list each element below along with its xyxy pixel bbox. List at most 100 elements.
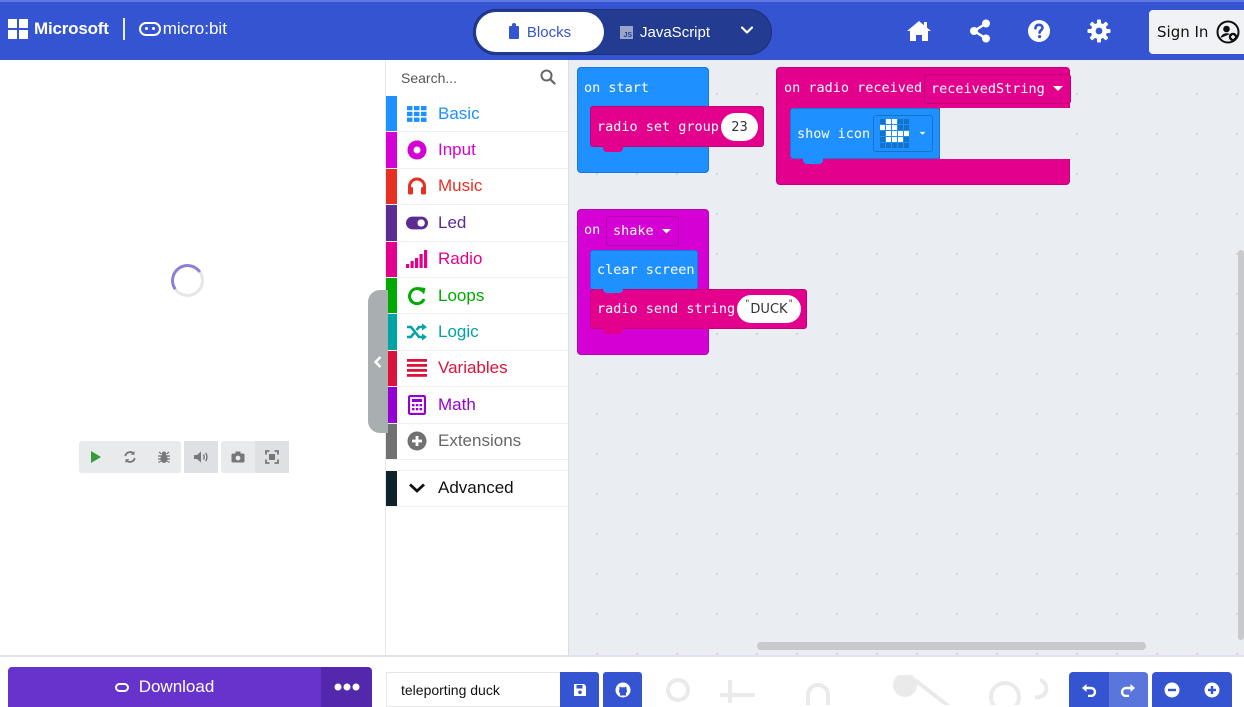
loading-spinner-icon	[171, 264, 204, 297]
category-color-bar	[386, 96, 397, 132]
editor-toggle: Blocks JS JavaScript	[473, 9, 772, 55]
led-off	[892, 143, 897, 148]
play-button[interactable]	[79, 441, 113, 473]
github-button[interactable]	[603, 672, 642, 707]
open-quote: "	[745, 299, 750, 309]
zoom-in-button[interactable]	[1192, 672, 1232, 707]
gesture-dropdown[interactable]: shake	[606, 216, 679, 246]
debug-icon	[158, 451, 170, 464]
collapse-simulator-button[interactable]	[368, 290, 388, 433]
product-label: micro:bit	[162, 19, 227, 38]
category-advanced[interactable]: Advanced	[386, 469, 568, 507]
sign-in-button[interactable]: Sign In	[1149, 10, 1244, 54]
led-off	[880, 131, 885, 136]
led-off	[904, 119, 909, 124]
zoom-out-icon	[1164, 682, 1180, 697]
zoom-group	[1152, 672, 1232, 707]
more-languages-button[interactable]	[739, 22, 755, 38]
home-button[interactable]	[906, 18, 932, 44]
search-placeholder: Search...	[401, 70, 458, 86]
download-more-button[interactable]	[321, 667, 372, 707]
settings-button[interactable]	[1086, 18, 1112, 44]
brand-divider	[122, 18, 125, 40]
restart-button[interactable]	[113, 441, 147, 473]
fullscreen-icon	[265, 450, 279, 464]
category-input[interactable]: Input	[386, 132, 568, 169]
brand[interactable]: Microsoft micro:bit	[8, 18, 227, 40]
zoom-out-button[interactable]	[1152, 672, 1192, 707]
led-off	[904, 125, 909, 130]
category-led[interactable]: Led	[386, 205, 568, 242]
gesture-value: shake	[613, 223, 654, 239]
category-variables[interactable]: Variables	[386, 350, 568, 388]
download-button[interactable]: Download	[8, 667, 321, 707]
calculator-icon	[406, 394, 428, 416]
mute-button[interactable]	[184, 441, 218, 473]
led-off	[880, 143, 885, 148]
microbit-device-icon	[114, 682, 129, 692]
workspace-horizontal-scrollbar[interactable]	[757, 642, 1146, 650]
category-label: Music	[438, 176, 483, 196]
category-math[interactable]: Math	[386, 387, 568, 424]
share-button[interactable]	[967, 18, 993, 44]
save-button[interactable]	[560, 672, 599, 707]
signal-icon	[406, 248, 428, 270]
user-icon	[1216, 20, 1240, 44]
shuffle-icon	[406, 321, 428, 343]
ellipsis-icon	[334, 683, 359, 691]
top-bar: Microsoft micro:bit Blocks JS JavaScript…	[0, 0, 1244, 60]
string-value-input[interactable]: " DUCK "	[737, 295, 801, 323]
grid-icon	[406, 103, 428, 125]
toggle-icon	[406, 212, 428, 234]
led-on	[886, 131, 891, 136]
debug-button[interactable]	[147, 441, 181, 473]
category-loops[interactable]: Loops	[386, 277, 568, 315]
help-icon	[1028, 20, 1050, 42]
category-label: Led	[438, 212, 467, 232]
category-basic[interactable]: Basic	[386, 96, 568, 133]
received-string-dropdown[interactable]: receivedString	[924, 74, 1071, 104]
screenshot-button[interactable]	[221, 441, 255, 473]
tab-blocks[interactable]: Blocks	[476, 12, 604, 52]
category-music[interactable]: Music	[386, 168, 568, 206]
category-extensions[interactable]: Extensions	[386, 423, 568, 460]
group-number-input[interactable]: 23	[721, 113, 758, 141]
dropdown-arrow-icon	[1052, 86, 1063, 91]
string-value: DUCK	[750, 301, 788, 317]
headphones-icon	[406, 175, 428, 197]
list-icon	[406, 357, 428, 379]
fullscreen-button[interactable]	[255, 441, 289, 473]
led-on	[892, 137, 897, 142]
category-label: Variables	[438, 358, 508, 378]
category-label: Input	[438, 140, 476, 160]
category-label: Math	[438, 394, 476, 414]
category-label: Basic	[438, 103, 480, 123]
led-on	[898, 137, 903, 142]
on-shake-label: on	[584, 222, 601, 238]
category-radio[interactable]: Radio	[386, 241, 568, 278]
led-off	[898, 143, 903, 148]
tab-javascript[interactable]: JS JavaScript	[620, 12, 710, 52]
settings-icon	[1087, 19, 1111, 43]
led-off	[904, 143, 909, 148]
category-label: Logic	[438, 322, 479, 342]
plus-circle-icon	[406, 430, 428, 452]
help-button[interactable]	[1026, 18, 1052, 44]
group-number-value: 23	[731, 119, 748, 135]
on-start-label: on start	[584, 80, 650, 96]
radio-set-group-label: radio set group	[597, 119, 719, 135]
led-on	[880, 125, 885, 130]
led-off	[886, 143, 891, 148]
tab-javascript-label: JavaScript	[640, 23, 711, 41]
show-icon-label: show icon	[797, 126, 871, 142]
icon-picker-dropdown[interactable]	[873, 115, 933, 152]
redo-button[interactable]	[1108, 672, 1148, 707]
project-name-input[interactable]: teleporting duck	[386, 672, 560, 707]
search-icon	[540, 69, 556, 85]
category-logic[interactable]: Logic	[386, 314, 568, 351]
toolbox-search-input[interactable]: Search...	[386, 60, 568, 96]
share-icon	[970, 19, 990, 43]
dropdown-arrow-icon	[661, 228, 671, 233]
undo-button[interactable]	[1069, 672, 1109, 707]
workspace-vertical-scrollbar[interactable]	[1238, 250, 1244, 640]
